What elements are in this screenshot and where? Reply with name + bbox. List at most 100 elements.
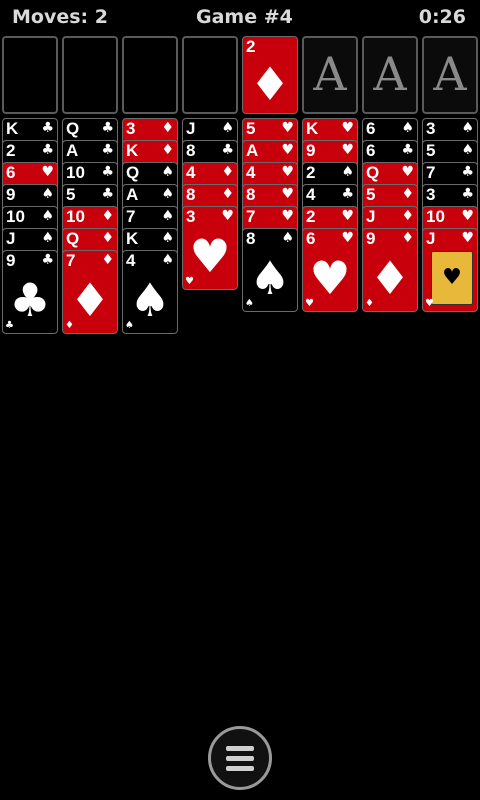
club-suit-icon: ♣ [101,186,114,202]
card-rank: 8 [246,185,256,204]
heart-suit-icon: ♥ [461,208,474,224]
heart-suit-icon: ♥ [281,142,294,158]
club-suit-icon: ♣ [221,142,234,158]
free-cell-1[interactable] [2,36,58,114]
card-rank: 6 [366,119,376,138]
spade-suit-icon: ♠ [161,252,174,268]
status-bar: Moves: 2 Game #4 0:26 [0,0,480,34]
spade-suit-icon: ♠ [249,251,291,305]
card-rank: 9 [366,229,376,248]
heart-suit-icon: ♥ [461,230,474,246]
tableau-card[interactable]: 9 ♦ ♦ ♦ [362,228,418,312]
card-rank: 9 [306,141,316,160]
foundation-2[interactable]: A [302,36,358,114]
card-rank: J [186,119,196,138]
heart-suit-icon: ♥ [341,142,354,158]
tableau-card[interactable]: 9 ♣ ♣ ♣ [2,250,58,334]
card-rank: 2 [306,163,316,182]
diamond-suit-icon: ♦ [101,230,114,246]
foundation-3[interactable]: A [362,36,418,114]
club-suit-icon: ♣ [461,164,474,180]
heart-suit-icon: ♥ [189,229,231,283]
club-suit-icon: ♣ [401,142,414,158]
menu-button[interactable] [208,726,272,790]
tableau-card[interactable]: 7 ♦ ♦ ♦ [62,250,118,334]
spade-suit-icon: ♠ [461,142,474,158]
club-suit-icon: ♣ [101,142,114,158]
card-rank: A [126,185,139,204]
heart-suit-icon: ♥ [281,208,294,224]
tableau-card[interactable]: 6 ♥ ♥ ♥ [302,228,358,312]
game-number: Game #4 [196,6,293,28]
spade-suit-icon: ♠ [161,186,174,202]
club-suit-icon: ♣ [101,120,114,136]
free-cell-3[interactable] [122,36,178,114]
diamond-suit-icon: ♦ [369,251,411,305]
card-rank: 3 [426,119,436,138]
diamond-suit-icon: ♦ [401,208,414,224]
free-cell-2[interactable] [62,36,118,114]
spade-suit-icon: ♠ [461,120,474,136]
diamond-suit-icon: ♦ [365,298,374,309]
diamond-suit-icon: ♦ [401,186,414,202]
diamond-suit-icon: ♦ [101,208,114,224]
card-rank: 10 [66,207,85,226]
moves-counter: Moves: 2 [12,6,108,28]
card-rank: Q [366,163,380,182]
card-rank: 8 [246,229,256,248]
card-rank: 5 [66,185,76,204]
card-rank: K [306,119,319,138]
card-rank: 5 [366,185,376,204]
diamond-suit-icon: ♦ [161,142,174,158]
card-rank: 9 [6,185,16,204]
card-rank: 5 [426,141,436,160]
tableau-card[interactable]: 3 ♥ ♥ ♥ [182,206,238,290]
heart-suit-icon: ♥ [305,298,314,309]
club-suit-icon: ♣ [461,186,474,202]
diamond-suit-icon: ♦ [249,57,291,111]
menu-icon [226,746,254,751]
heart-suit-icon: ♥ [425,298,434,309]
card-rank: 2 [6,141,16,160]
card-rank: Q [126,163,140,182]
spade-suit-icon: ♠ [221,120,234,136]
tableau-card[interactable]: 4 ♠ ♠ ♠ [122,250,178,334]
card-rank: J [366,207,376,226]
heart-suit-icon: ♥ [281,120,294,136]
card-rank: K [6,119,19,138]
card-rank: 4 [186,163,196,182]
card-rank: 2 [306,207,316,226]
card-rank: 6 [306,229,316,248]
game-timer: 0:26 [418,6,466,28]
diamond-suit-icon: ♦ [161,120,174,136]
card-rank: 7 [66,251,76,270]
card-rank: 3 [426,185,436,204]
club-suit-icon: ♣ [41,252,54,268]
heart-suit-icon: ♥ [185,276,194,287]
free-cell-4[interactable] [182,36,238,114]
foundation-4[interactable]: A [422,36,478,114]
spade-suit-icon: ♠ [341,164,354,180]
card-rank: 4 [246,163,256,182]
card-rank: 10 [426,207,445,226]
card-rank: K [126,229,139,248]
card-rank: 10 [66,163,85,182]
card-rank: 3 [186,207,196,226]
card-rank: 2 [246,37,256,56]
card-rank: K [126,141,139,160]
card-rank: A [66,141,79,160]
spade-suit-icon: ♠ [41,208,54,224]
club-suit-icon: ♣ [41,120,54,136]
spade-suit-icon: ♠ [125,320,134,331]
card-rank: 10 [6,207,25,226]
heart-suit-icon: ♥ [341,208,354,224]
diamond-suit-icon: ♦ [101,252,114,268]
spade-suit-icon: ♠ [161,208,174,224]
tableau-card[interactable]: J ♥ ♥ ♥ [422,228,478,312]
spade-suit-icon: ♠ [161,230,174,246]
spade-suit-icon: ♠ [161,164,174,180]
tableau-card[interactable]: 8 ♠ ♠ ♠ [242,228,298,312]
heart-suit-icon: ♥ [309,251,351,305]
card-rank: 4 [126,251,136,270]
foundation-1-card[interactable]: 2 ♦ [242,36,298,114]
